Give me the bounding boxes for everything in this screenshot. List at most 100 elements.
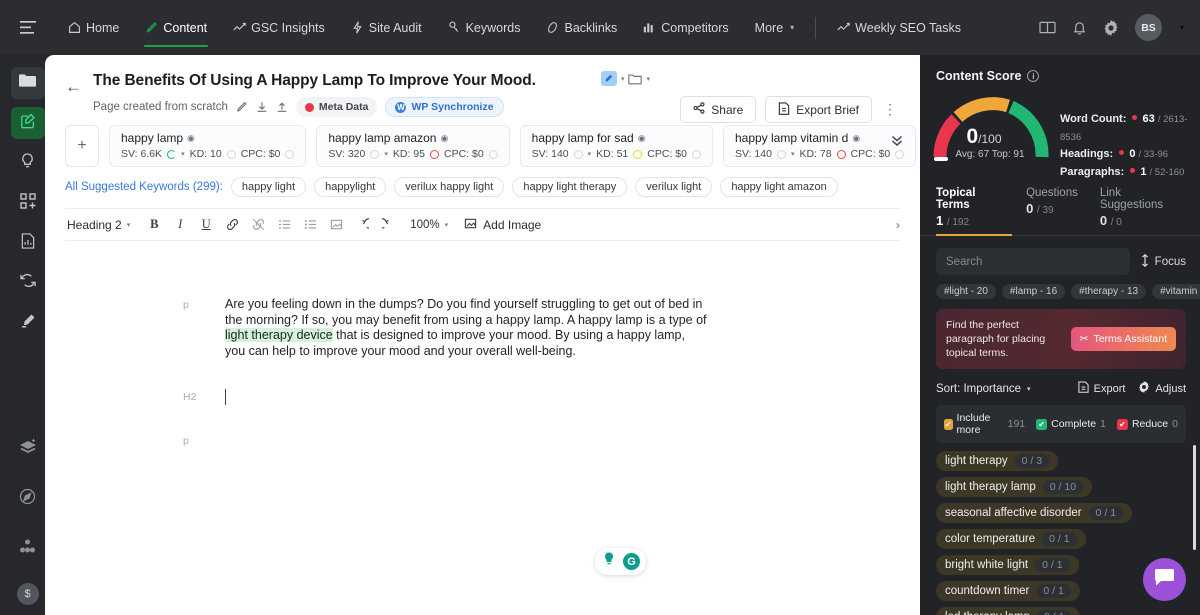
book-icon[interactable] bbox=[1039, 20, 1056, 35]
term-item[interactable]: led therapy lamp 0 / 1 bbox=[936, 607, 1081, 615]
term-item[interactable]: light therapy lamp 0 / 10 bbox=[936, 477, 1093, 497]
italic-button[interactable]: I bbox=[168, 213, 192, 237]
avatar[interactable]: BS bbox=[1134, 14, 1162, 41]
paragraph-text[interactable]: Are you feeling down in the dumps? Do yo… bbox=[225, 297, 707, 359]
highlight-color-icon[interactable] bbox=[600, 71, 617, 86]
upload-icon[interactable] bbox=[276, 101, 288, 113]
image-placeholder-icon[interactable] bbox=[324, 213, 348, 237]
suggested-chip[interactable]: happy light therapy bbox=[512, 177, 628, 198]
term-item[interactable]: light therapy 0 / 3 bbox=[936, 451, 1059, 471]
keyword-card[interactable]: happy lamp vitamin d ◉ SV: 140 ▾ KD: 78 … bbox=[722, 125, 917, 168]
bullet-list-icon[interactable] bbox=[298, 213, 322, 237]
keyword-card[interactable]: happy lamp for sad ◉ SV: 140 ▾ KD: 51 CP… bbox=[519, 125, 713, 168]
back-arrow-icon[interactable]: ← bbox=[65, 78, 82, 95]
toolbar-collapse-chevron-icon[interactable]: › bbox=[896, 218, 900, 232]
term-item[interactable]: countdown timer 0 / 1 bbox=[936, 581, 1080, 601]
nav-item-gsc-insights[interactable]: GSC Insights bbox=[220, 0, 338, 55]
gear-icon[interactable] bbox=[1103, 19, 1119, 36]
grammar-assist-widget[interactable]: G bbox=[595, 548, 646, 575]
legend-include-more[interactable]: ✔ Include more 191 bbox=[944, 412, 1025, 436]
rail-item-highlighter[interactable] bbox=[11, 307, 45, 339]
nav-item-content[interactable]: Content bbox=[132, 0, 220, 55]
focus-button[interactable]: Focus bbox=[1140, 253, 1186, 270]
terms-assistant-button[interactable]: ✂ Terms Assistant bbox=[1070, 327, 1176, 351]
keyword-chevron-down-icon[interactable]: ▾ bbox=[181, 150, 185, 158]
topic-tag[interactable]: #therapy - 13 bbox=[1071, 284, 1147, 299]
rail-item-layers[interactable] bbox=[11, 433, 45, 465]
nav-item-competitors[interactable]: Competitors bbox=[630, 0, 741, 55]
nav-item-more[interactable]: More ▾ bbox=[742, 0, 808, 55]
keyword-chevron-down-icon[interactable]: ▾ bbox=[791, 150, 795, 158]
avatar-chevron-down-icon[interactable]: ▾ bbox=[1180, 23, 1184, 32]
nav-item-site-audit[interactable]: Site Audit bbox=[338, 0, 435, 55]
suggested-chip[interactable]: verilux light bbox=[635, 177, 713, 198]
term-item[interactable]: seasonal affective disorder 0 / 1 bbox=[936, 503, 1133, 523]
term-item[interactable]: color temperature 0 / 1 bbox=[936, 529, 1086, 549]
keyword-card[interactable]: happy lamp ◉ SV: 6.6K ▾ KD: 10 CPC: $0 bbox=[109, 125, 307, 168]
nav-item-backlinks[interactable]: Backlinks bbox=[533, 0, 630, 55]
grammarly-icon[interactable]: G bbox=[623, 553, 640, 570]
suggested-keywords-label[interactable]: All Suggested Keywords (299): bbox=[65, 181, 223, 193]
rail-item-ideas[interactable] bbox=[11, 147, 45, 179]
topic-tag[interactable]: #vitamin - 6 bbox=[1152, 284, 1200, 299]
terms-scrollbar[interactable] bbox=[1193, 445, 1196, 550]
hamburger-menu-icon[interactable] bbox=[0, 21, 55, 34]
rail-item-network[interactable] bbox=[11, 533, 45, 565]
tab-topical-terms[interactable]: Topical Terms 1 / 192 bbox=[936, 187, 1026, 236]
underline-button[interactable]: U bbox=[194, 213, 218, 237]
add-keyword-button[interactable]: + bbox=[65, 125, 99, 168]
folder-chevron-down-icon[interactable]: ▾ bbox=[646, 75, 650, 83]
rail-item-sync[interactable] bbox=[11, 267, 45, 299]
bell-icon[interactable] bbox=[1072, 20, 1087, 36]
nav-item-home[interactable]: Home bbox=[55, 0, 132, 55]
editor-block[interactable]: p bbox=[183, 433, 765, 447]
edit-icon[interactable] bbox=[236, 101, 248, 113]
unlink-icon[interactable] bbox=[246, 213, 270, 237]
suggested-chip[interactable]: happy light amazon bbox=[720, 177, 838, 198]
info-icon[interactable]: i bbox=[1027, 70, 1040, 82]
export-terms-button[interactable]: Export bbox=[1078, 381, 1125, 396]
tab-questions[interactable]: Questions 0 / 39 bbox=[1026, 187, 1100, 235]
chevron-double-down-icon[interactable] bbox=[890, 133, 904, 150]
editor-page[interactable]: p Are you feeling down in the dumps? Do … bbox=[183, 283, 765, 615]
keyword-chevron-down-icon[interactable]: ▾ bbox=[588, 150, 592, 158]
wp-synchronize-button[interactable]: W WP Synchronize bbox=[385, 97, 504, 118]
rail-item-content-editor[interactable] bbox=[10, 107, 45, 139]
block-format-select[interactable]: Heading 2 ▾ bbox=[65, 218, 140, 232]
bold-button[interactable]: B bbox=[142, 213, 166, 237]
nav-item-weekly-seo-tasks[interactable]: Weekly SEO Tasks bbox=[824, 0, 974, 55]
rail-item-rocket[interactable] bbox=[11, 483, 45, 515]
topic-tag[interactable]: #lamp - 16 bbox=[1001, 284, 1066, 299]
suggested-chip[interactable]: happy light bbox=[230, 177, 307, 198]
sort-select[interactable]: Sort: Importance ▾ bbox=[936, 383, 1031, 395]
link-icon[interactable] bbox=[220, 213, 244, 237]
ordered-list-icon[interactable] bbox=[272, 213, 296, 237]
adjust-button[interactable]: Adjust bbox=[1138, 381, 1186, 396]
search-input[interactable]: Search bbox=[936, 248, 1130, 275]
tab-link-suggestions[interactable]: Link Suggestions 0 / 0 bbox=[1100, 187, 1200, 235]
folder-outline-icon[interactable] bbox=[628, 73, 643, 85]
meta-data-button[interactable]: Meta Data bbox=[295, 97, 378, 118]
zoom-select[interactable]: 100% ▾ bbox=[410, 219, 448, 231]
rail-item-report[interactable] bbox=[11, 227, 45, 259]
suggested-chip[interactable]: happylight bbox=[314, 177, 387, 198]
suggested-chip[interactable]: verilux happy light bbox=[394, 177, 505, 198]
bulb-check-icon[interactable] bbox=[601, 551, 617, 572]
redo-icon[interactable] bbox=[376, 213, 400, 237]
add-image-button[interactable]: Add Image bbox=[464, 217, 541, 233]
keyword-card[interactable]: happy lamp amazon ◉ SV: 320 ▾ KD: 95 CPC… bbox=[316, 125, 510, 168]
editor-block[interactable]: H2 bbox=[183, 389, 765, 407]
undo-icon[interactable] bbox=[350, 213, 374, 237]
credits-icon[interactable]: $ bbox=[16, 583, 39, 605]
legend-complete[interactable]: ✔ Complete 1 bbox=[1036, 418, 1106, 430]
highlight-chevron-down-icon[interactable]: ▾ bbox=[621, 75, 625, 83]
legend-reduce[interactable]: ✔ Reduce 0 bbox=[1116, 418, 1178, 430]
keyword-chevron-down-icon[interactable]: ▾ bbox=[384, 150, 388, 158]
paragraph-input[interactable] bbox=[225, 433, 707, 447]
more-options-icon[interactable]: ⋮ bbox=[881, 101, 900, 118]
rail-item-folder[interactable] bbox=[10, 67, 45, 99]
nav-item-keywords[interactable]: Keywords bbox=[435, 0, 534, 55]
heading-input[interactable] bbox=[225, 389, 707, 407]
rail-item-add-widget[interactable] bbox=[11, 187, 45, 219]
download-icon[interactable] bbox=[256, 101, 268, 113]
